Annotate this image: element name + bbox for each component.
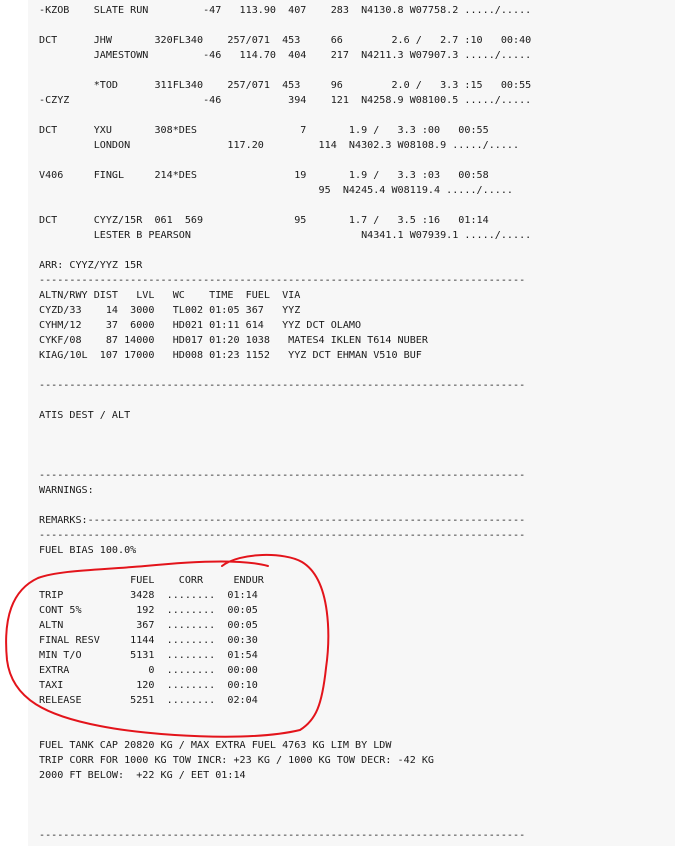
flight-plan-text: -KZOB SLATE RUN -47 113.90 407 283 N4130… (39, 3, 531, 843)
route-leg-row: LESTER B PEARSON N4341.1 W07939.1 ...../… (39, 230, 532, 241)
atis-heading: ATIS DEST / ALT (39, 410, 131, 421)
route-leg-row: DCT JHW 320FL340 257/071 453 66 2.6 / 2.… (39, 35, 532, 46)
separator-line: ----------------------------------------… (39, 275, 526, 286)
alternate-row: KIAG/10L 107 17000 HD008 01:23 1152 YYZ … (39, 350, 422, 361)
below-line: 2000 FT BELOW: +22 KG / EET 01:14 (39, 770, 246, 781)
fuel-bias-line: FUEL BIAS 100.0% (39, 545, 137, 556)
route-leg-row: DCT CYYZ/15R 061 569 95 1.7 / 3.5 :16 01… (39, 215, 489, 226)
fuel-row: EXTRA 0 ........ 00:00 (39, 665, 258, 676)
ofp-line: -KZOB SLATE RUN -47 113.90 407 283 N4130… (39, 5, 532, 16)
separator-line: ----------------------------------------… (39, 380, 526, 391)
route-leg-row: *TOD 311FL340 257/071 453 96 2.0 / 3.3 :… (39, 80, 532, 91)
remarks-heading: REMARKS:--------------------------------… (39, 515, 526, 526)
warnings-heading: WARNINGS: (39, 485, 94, 496)
route-leg-row: V406 FINGL 214*DES 19 1.9 / 3.3 :03 00:5… (39, 170, 489, 181)
fuel-row: CONT 5% 192 ........ 00:05 (39, 605, 258, 616)
alternate-row: CYKF/08 87 14000 HD017 01:20 1038 MATES4… (39, 335, 428, 346)
route-leg-row: 95 N4245.4 W08119.4 ...../..... (39, 185, 514, 196)
route-leg-row: LONDON 117.20 114 N4302.3 W08108.9 .....… (39, 140, 520, 151)
fuel-row: MIN T/O 5131 ........ 01:54 (39, 650, 258, 661)
separator-line: ----------------------------------------… (39, 830, 526, 841)
fuel-row: FINAL RESV 1144 ........ 00:30 (39, 635, 258, 646)
route-leg-row: DCT YXU 308*DES 7 1.9 / 3.3 :00 00:55 (39, 125, 489, 136)
fuel-row: TAXI 120 ........ 00:10 (39, 680, 258, 691)
trip-corr-line: TRIP CORR FOR 1000 KG TOW INCR: +23 KG /… (39, 755, 435, 766)
alternate-row: CYZD/33 14 3000 TL002 01:05 367 YYZ (39, 305, 301, 316)
fuel-tank-line: FUEL TANK CAP 20820 KG / MAX EXTRA FUEL … (39, 740, 392, 751)
separator-line: ----------------------------------------… (39, 530, 526, 541)
route-leg-row: -CZYZ -46 394 121 N4258.9 W08100.5 .....… (39, 95, 532, 106)
fuel-table-header: FUEL CORR ENDUR (39, 575, 264, 586)
route-leg-row: JAMESTOWN -46 114.70 404 217 N4211.3 W07… (39, 50, 532, 61)
fuel-row: TRIP 3428 ........ 01:14 (39, 590, 258, 601)
alternate-row: CYHM/12 37 6000 HD021 01:11 614 YYZ DCT … (39, 320, 362, 331)
fuel-row: RELEASE 5251 ........ 02:04 (39, 695, 258, 706)
alternates-header: ALTN/RWY DIST LVL WC TIME FUEL VIA (39, 290, 301, 301)
fuel-row: ALTN 367 ........ 00:05 (39, 620, 258, 631)
arrival-line: ARR: CYYZ/YYZ 15R (39, 260, 143, 271)
separator-line: ----------------------------------------… (39, 470, 526, 481)
